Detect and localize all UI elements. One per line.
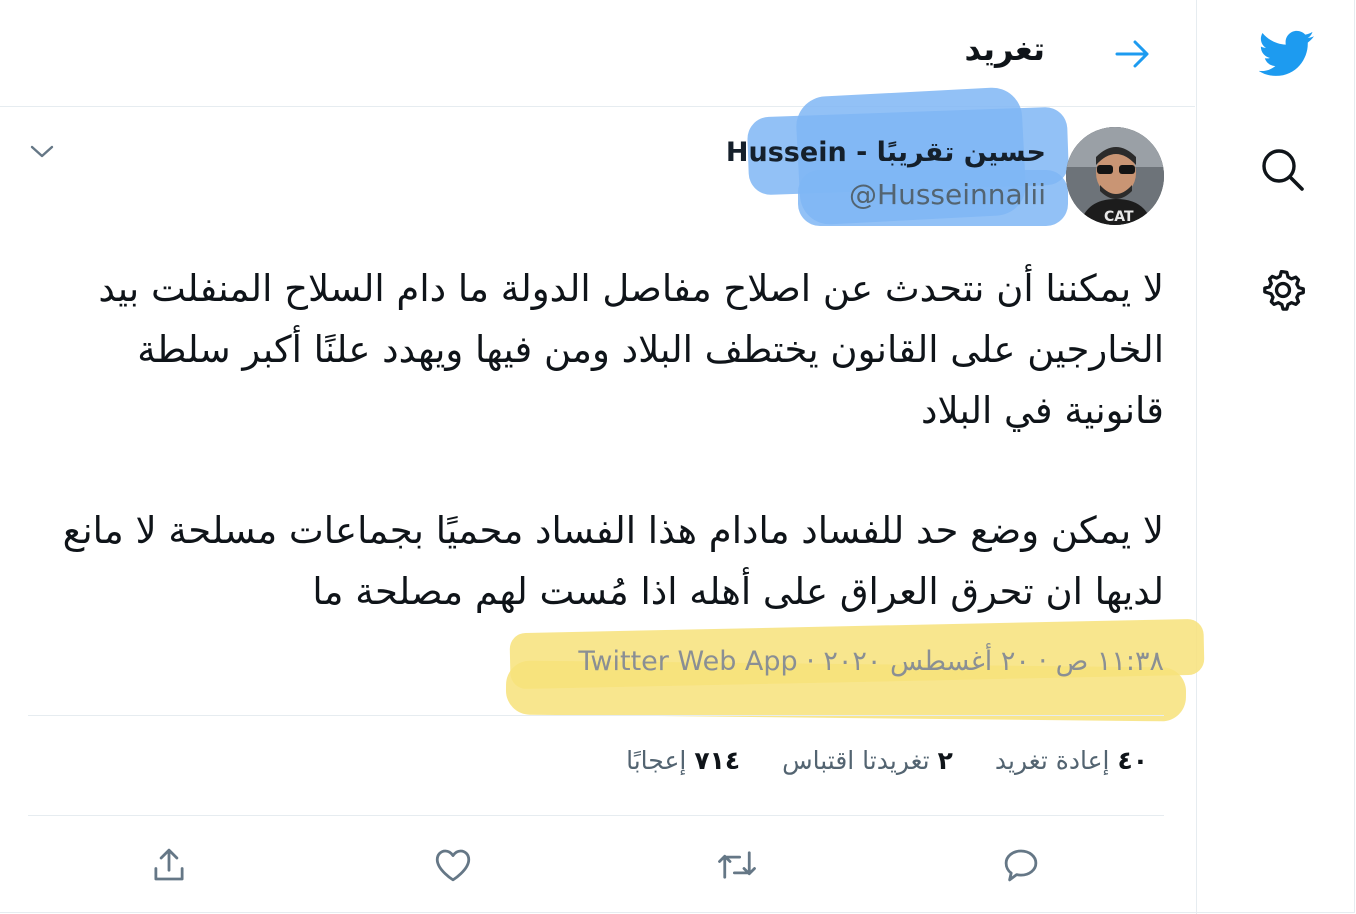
tweet-header: تغريد xyxy=(0,0,1195,107)
search-icon[interactable] xyxy=(1259,146,1307,194)
divider xyxy=(28,715,1164,716)
quotes-stat[interactable]: ٢تغريدتا اقتباس xyxy=(782,746,953,775)
chevron-down-icon[interactable] xyxy=(28,140,56,164)
tweet-text-paragraph-2: لا يمكن وضع حد للفساد مادام هذا الفساد م… xyxy=(62,509,1164,613)
user-handle[interactable]: @Husseinnalii xyxy=(849,178,1046,211)
svg-text:CAT: CAT xyxy=(1104,209,1134,225)
likes-count: ٧١٤ xyxy=(694,746,741,775)
avatar[interactable]: CAT xyxy=(1066,127,1164,225)
page-title: تغريد xyxy=(964,30,1045,68)
heart-icon[interactable] xyxy=(430,842,476,888)
arrow-right-icon[interactable] xyxy=(1113,36,1153,72)
reply-icon[interactable] xyxy=(998,842,1044,888)
quotes-count: ٢ xyxy=(937,746,953,775)
tweet-timestamp[interactable]: ١١:٣٨ ص · ٢٠ أغسطس ٢٠٢٠ · Twitter Web Ap… xyxy=(578,646,1164,677)
page-frame xyxy=(0,0,1355,913)
tweet-stats: ٤٠إعادة تغريد ٢تغريدتا اقتباس ٧١٤إعجابًا xyxy=(626,746,1148,775)
display-name[interactable]: حسين تقريبًا - Hussein xyxy=(726,137,1046,168)
likes-label: إعجابًا xyxy=(626,746,687,775)
retweets-count: ٤٠ xyxy=(1117,746,1148,775)
tweet-text-paragraph-1: لا يمكننا أن نتحدث عن اصلاح مفاصل الدولة… xyxy=(98,267,1164,432)
quotes-label: تغريدتا اقتباس xyxy=(782,746,930,775)
likes-stat[interactable]: ٧١٤إعجابًا xyxy=(626,746,740,775)
nav-rail xyxy=(1196,0,1356,914)
gear-icon[interactable] xyxy=(1259,264,1307,316)
divider xyxy=(28,815,1164,816)
share-icon[interactable] xyxy=(146,842,192,888)
retweet-icon[interactable] xyxy=(714,842,760,888)
twitter-bird-icon[interactable] xyxy=(1257,26,1317,82)
retweets-stat[interactable]: ٤٠إعادة تغريد xyxy=(995,746,1148,775)
retweets-label: إعادة تغريد xyxy=(994,746,1110,775)
